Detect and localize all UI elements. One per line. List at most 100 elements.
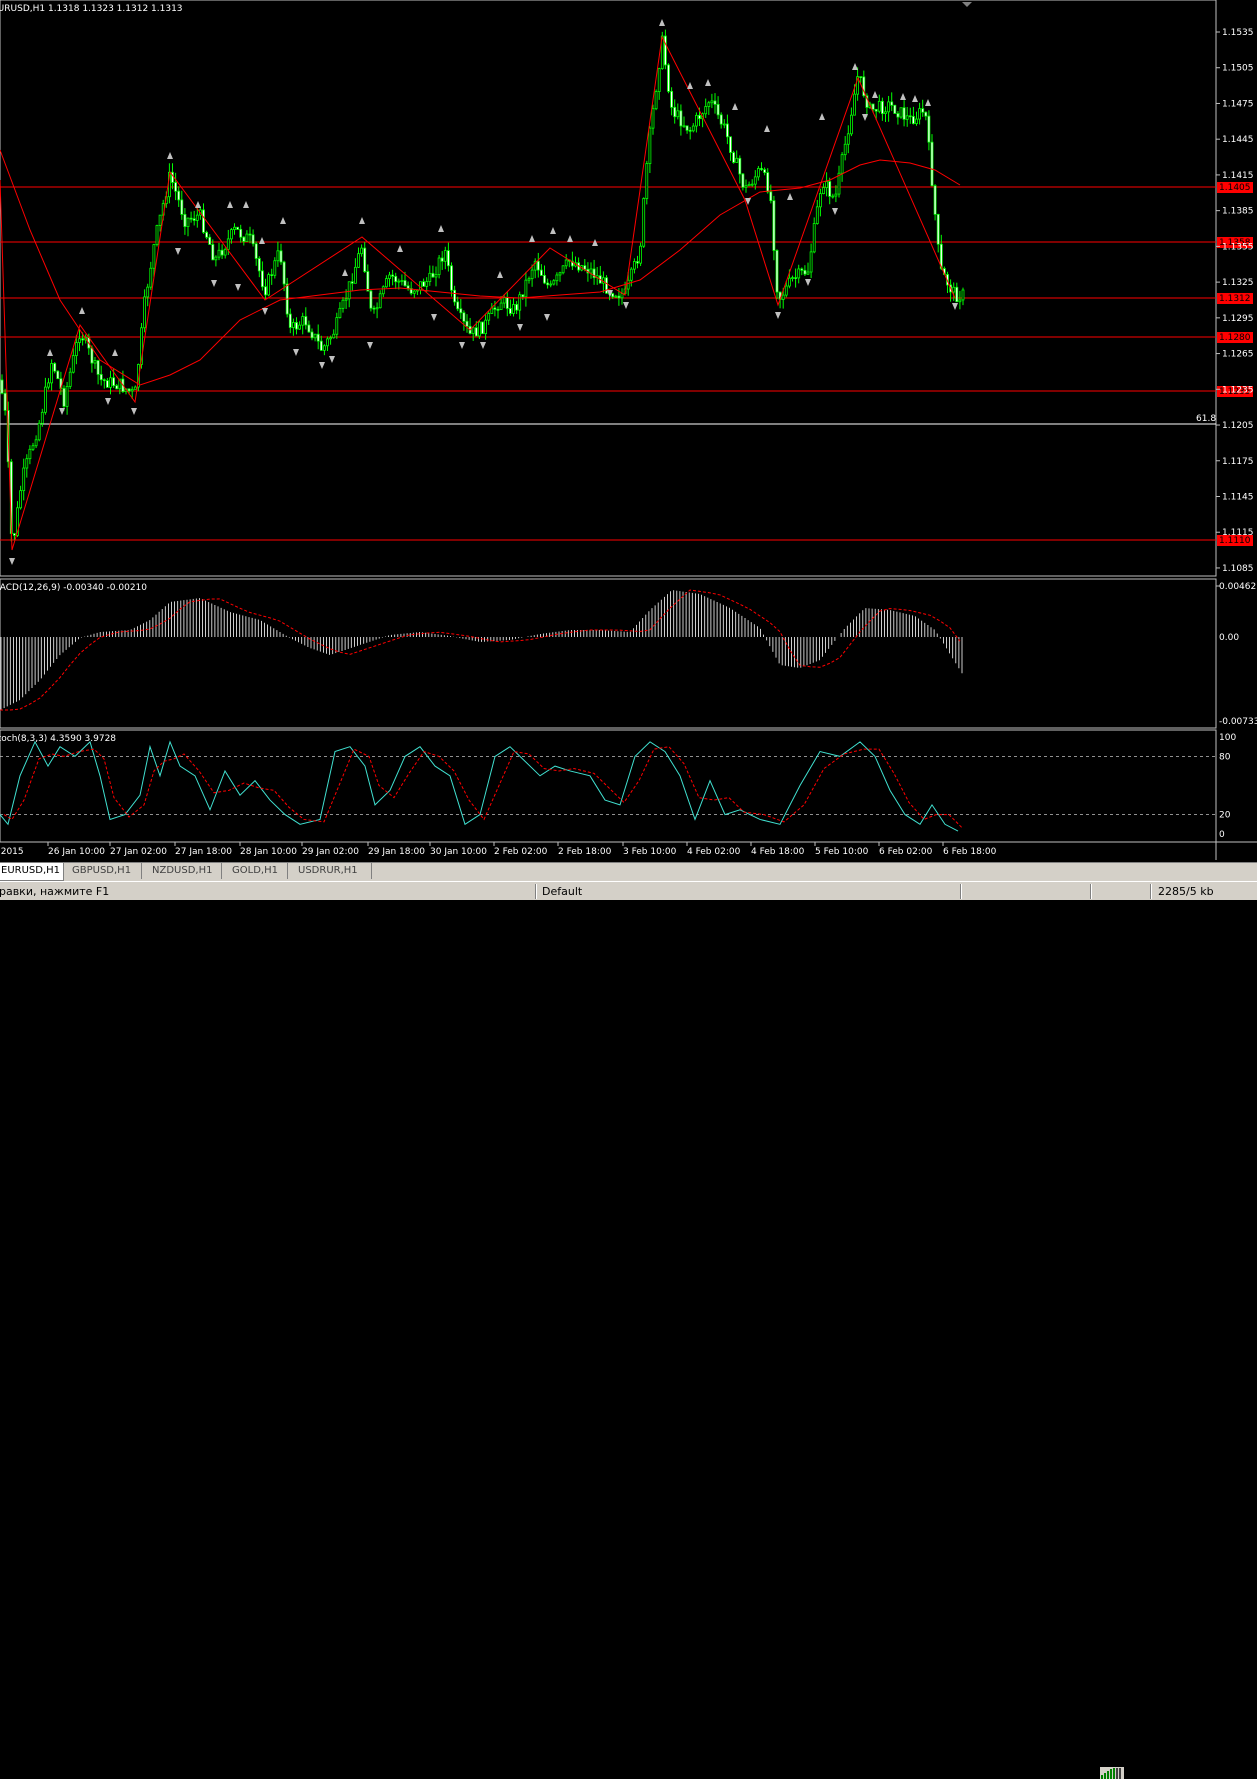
fractal-up-arrow	[112, 349, 118, 356]
candle-body	[719, 114, 723, 125]
candle-body	[459, 308, 463, 314]
fractal-up-arrow	[167, 152, 173, 159]
price-axis-label: 1.1235	[1222, 385, 1254, 395]
chart-area[interactable]: 1.14051.13581.13121.12801.12351.111061.8…	[0, 0, 1257, 862]
fractal-down-arrow	[211, 280, 217, 287]
time-axis-label: 29 Jan 02:00	[302, 847, 359, 857]
candle-body	[443, 250, 447, 262]
candle-body	[270, 274, 274, 277]
candle-body	[291, 322, 295, 328]
stoch-main-line	[0, 740, 959, 832]
candle-body	[446, 250, 450, 267]
tab-gold-h1[interactable]: GOLD,H1	[226, 863, 288, 879]
candle-body	[664, 35, 667, 66]
candle-body	[540, 269, 543, 276]
candle-body	[688, 129, 692, 132]
candle-body	[772, 200, 776, 251]
candle-body	[133, 386, 137, 390]
candle-body	[428, 272, 432, 283]
candle-body	[639, 245, 642, 264]
candle-body	[899, 107, 903, 118]
candle-body	[25, 458, 29, 469]
candle-body	[37, 422, 41, 441]
candle-body	[316, 333, 320, 342]
fractal-up-arrow	[438, 225, 444, 232]
price-axis-label: 1.1085	[1222, 564, 1254, 574]
candle-body	[546, 282, 549, 286]
chart-info-header: EURUSD,H1 1.1318 1.1323 1.1312 1.1313	[0, 4, 183, 14]
candle-body	[115, 385, 119, 390]
fractal-up-arrow	[687, 82, 693, 89]
candle-body	[760, 168, 763, 170]
candle-body	[626, 279, 630, 290]
candle-body	[936, 213, 940, 245]
candle-body	[372, 307, 376, 310]
time-axis-label: 3 Feb 10:00	[623, 847, 677, 857]
candle-body	[564, 259, 568, 267]
fractal-up-arrow	[342, 269, 348, 276]
fractal-up-arrow	[852, 63, 858, 70]
candle-body	[750, 183, 754, 186]
candle-body	[344, 298, 348, 301]
candle-body	[505, 297, 509, 309]
candle-body	[341, 299, 345, 309]
candle-body	[450, 265, 453, 291]
candle-body	[350, 281, 354, 284]
fractal-down-arrow	[459, 342, 465, 349]
candle-body	[251, 234, 255, 245]
price-axis-label: 1.1325	[1222, 278, 1254, 288]
candle-body	[561, 265, 565, 274]
candle-body	[28, 448, 32, 460]
time-axis-label: Jan 2015	[0, 847, 24, 857]
candle-body	[676, 110, 680, 118]
candle-body	[326, 338, 329, 347]
tab-usdrur-h1[interactable]: USDRUR,H1	[292, 863, 372, 879]
candle-body	[648, 127, 652, 164]
moving-average-line	[0, 149, 961, 386]
candle-body	[924, 111, 928, 117]
candle-body	[766, 172, 770, 193]
fractal-up-arrow	[912, 95, 918, 102]
fractal-up-arrow	[79, 307, 85, 314]
candle-body	[744, 185, 748, 188]
candle-body	[682, 125, 686, 128]
candle-body	[388, 274, 391, 279]
fractal-up-arrow	[280, 217, 286, 224]
tab-gbpusd-h1[interactable]: GBPUSD,H1	[66, 863, 142, 879]
candle-body	[549, 283, 553, 286]
candle-body	[521, 294, 525, 298]
candle-body	[471, 327, 475, 334]
candle-body	[192, 218, 196, 221]
tab-nzdusd-h1[interactable]: NZDUSD,H1	[146, 863, 222, 879]
candle-body	[226, 238, 230, 250]
candle-body	[400, 280, 404, 282]
price-axis-label: 1.1445	[1222, 135, 1254, 145]
fractal-down-arrow	[805, 279, 811, 286]
macd-axis-label: -0.00733	[1219, 717, 1257, 727]
candle-body	[322, 345, 326, 351]
candle-body	[583, 265, 587, 270]
candle-body	[384, 278, 388, 288]
candle-body	[239, 228, 243, 238]
candle-body	[496, 308, 500, 311]
tab-eurusd-h1[interactable]: EURUSD,H1	[0, 863, 64, 881]
candle-body	[757, 168, 760, 178]
chart-shift-marker[interactable]	[962, 2, 972, 7]
candle-body	[908, 115, 912, 118]
candle-body	[146, 286, 150, 298]
candle-body	[189, 217, 193, 220]
candle-body	[846, 133, 850, 145]
connection-bars-icon	[1100, 1767, 1124, 1779]
candle-body	[859, 76, 863, 79]
candle-body	[276, 250, 280, 262]
candle-body	[47, 382, 50, 388]
time-axis-label: 27 Jan 18:00	[175, 847, 232, 857]
candle-body	[843, 143, 847, 156]
time-axis-label: 6 Feb 02:00	[879, 847, 933, 857]
fractal-up-arrow	[925, 99, 931, 106]
candle-body	[44, 386, 47, 413]
candle-body	[654, 91, 658, 110]
candle-body	[397, 280, 401, 283]
price-axis-label: 1.1355	[1222, 242, 1254, 252]
candle-body	[90, 347, 94, 364]
